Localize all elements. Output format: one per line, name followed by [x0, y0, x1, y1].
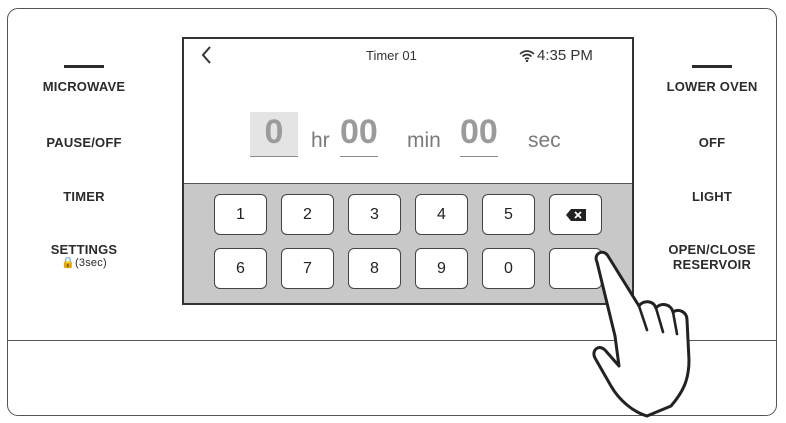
lower-oven-label: LOWER OVEN — [666, 79, 758, 94]
lower-oven-indicator — [692, 65, 732, 68]
microwave-label: MICROWAVE — [42, 79, 126, 94]
clock: 4:35 PM — [537, 47, 593, 64]
key-5[interactable]: 5 — [482, 194, 535, 235]
timer-display: 0 hr 00 min 00 sec — [184, 107, 632, 157]
key-9[interactable]: 9 — [415, 248, 468, 289]
key-7[interactable]: 7 — [281, 248, 334, 289]
hours-value: 0 — [250, 112, 298, 157]
seconds-value: 00 — [460, 112, 498, 157]
hours-unit: hr — [311, 129, 330, 152]
off-button[interactable]: OFF — [642, 135, 782, 150]
light-button[interactable]: LIGHT — [642, 189, 782, 204]
seconds-unit: sec — [528, 129, 561, 152]
microwave-button[interactable]: MICROWAVE — [14, 79, 154, 94]
back-icon[interactable] — [199, 45, 215, 65]
touchscreen: Timer 01 4:35 PM 0 hr 00 min 00 sec 1 2 … — [182, 37, 634, 305]
pointing-hand-icon — [592, 250, 691, 418]
timer-label: TIMER — [63, 189, 105, 204]
key-3[interactable]: 3 — [348, 194, 401, 235]
timer-button[interactable]: TIMER — [14, 189, 154, 204]
status-bar: Timer 01 4:35 PM — [184, 39, 632, 69]
key-8[interactable]: 8 — [348, 248, 401, 289]
key-0[interactable]: 0 — [482, 248, 535, 289]
key-2[interactable]: 2 — [281, 194, 334, 235]
key-4[interactable]: 4 — [415, 194, 468, 235]
minutes-field[interactable]: 00 — [340, 112, 378, 157]
backspace-icon — [565, 208, 586, 221]
minutes-value: 00 — [340, 112, 378, 157]
settings-label: SETTINGS — [50, 242, 118, 257]
minutes-unit: min — [407, 129, 441, 152]
pause-off-button[interactable]: PAUSE/OFF — [14, 135, 154, 150]
off-label: OFF — [698, 135, 726, 150]
settings-button[interactable]: SETTINGS 🔒(3sec) — [14, 242, 154, 270]
lower-oven-button[interactable]: LOWER OVEN — [642, 79, 782, 94]
pause-off-label: PAUSE/OFF — [46, 135, 122, 150]
key-6[interactable]: 6 — [214, 248, 267, 289]
numeric-keypad: 1 2 3 4 5 6 7 8 9 0 — [184, 183, 632, 303]
light-label: LIGHT — [692, 189, 732, 204]
key-1[interactable]: 1 — [214, 194, 267, 235]
backspace-key[interactable] — [549, 194, 602, 235]
wifi-icon — [519, 50, 535, 62]
microwave-indicator — [64, 65, 104, 68]
seconds-field[interactable]: 00 — [460, 112, 498, 157]
hours-field[interactable]: 0 — [250, 112, 298, 157]
screen-title: Timer 01 — [366, 48, 417, 63]
settings-lock-hint: 🔒(3sec) — [61, 257, 107, 269]
